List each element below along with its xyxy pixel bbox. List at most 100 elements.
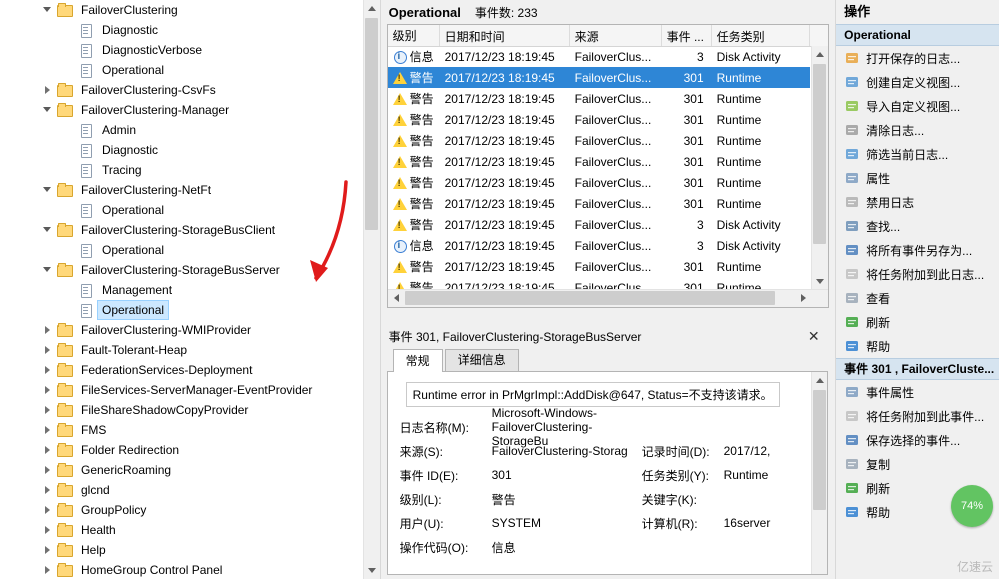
table-row[interactable]: 警告 2017/12/23 18:19:45 FailoverClus... 3 Dis… (388, 214, 810, 235)
event-detail-tabs[interactable]: 常规 详细信息 (386, 347, 828, 372)
chevron-right-icon[interactable] (40, 80, 56, 100)
tree-item-26[interactable]: Health (0, 520, 364, 540)
action-item-help[interactable]: 帮助 (836, 334, 999, 358)
action-item-disable[interactable]: 禁用日志 (836, 190, 999, 214)
column-header-0[interactable]: 级别 (388, 25, 440, 46)
grid-horizontal-scrollbar[interactable] (387, 289, 829, 307)
chevron-right-icon[interactable] (40, 520, 56, 540)
chevron-right-icon[interactable] (40, 440, 56, 460)
tree-item-13[interactable]: FailoverClustering-StorageBusServer (0, 260, 364, 280)
grid-vertical-scrollbar[interactable] (811, 46, 829, 290)
chevron-right-icon[interactable] (40, 380, 56, 400)
tree-item-28[interactable]: HomeGroup Control Panel (0, 560, 364, 579)
tree-item-9[interactable]: FailoverClustering-NetFt (0, 180, 364, 200)
table-row[interactable]: 警告 2017/12/23 18:19:45 FailoverClus... 301 R… (388, 109, 810, 130)
chevron-down-icon[interactable] (40, 180, 56, 200)
tree-item-10[interactable]: Operational (0, 200, 364, 220)
tree-item-5[interactable]: FailoverClustering-Manager (0, 100, 364, 120)
action-item-import[interactable]: 导入自定义视图... (836, 94, 999, 118)
tree-scroll-thumb[interactable] (364, 18, 378, 230)
chevron-right-icon[interactable] (40, 560, 56, 579)
tab-1[interactable]: 详细信息 (444, 349, 519, 371)
chevron-right-icon[interactable] (40, 500, 56, 520)
action-item-task[interactable]: 将任务附加到此日志... (836, 262, 999, 286)
tree-item-19[interactable]: FileServices-ServerManager-EventProvider (0, 380, 364, 400)
tree-item-20[interactable]: FileShareShadowCopyProvider (0, 400, 364, 420)
action-item-filter2[interactable]: 筛选当前日志... (836, 142, 999, 166)
tree-item-1[interactable]: Diagnostic (0, 20, 364, 40)
action-item-find[interactable]: 查找... (836, 214, 999, 238)
action-item-saveas[interactable]: 将所有事件另存为... (836, 238, 999, 262)
tree-item-21[interactable]: FMS (0, 420, 364, 440)
tab-0[interactable]: 常规 (392, 349, 443, 372)
chevron-right-icon[interactable] (40, 460, 56, 480)
tree-item-8[interactable]: Tracing (0, 160, 364, 180)
tree-item-22[interactable]: Folder Redirection (0, 440, 364, 460)
chevron-right-icon[interactable] (40, 540, 56, 560)
action-item-properties[interactable]: 属性 (836, 166, 999, 190)
table-row[interactable]: 警告 2017/12/23 18:19:45 FailoverClus... 301 R… (387, 67, 810, 88)
action-item-open-log[interactable]: 打开保存的日志... (836, 46, 999, 70)
detail-vertical-scrollbar[interactable] (810, 372, 827, 574)
grid-scroll-right-icon[interactable] (796, 290, 813, 306)
action-item-view[interactable]: 查看 (836, 286, 999, 310)
table-row[interactable]: 警告 2017/12/23 18:19:45 FailoverClus... 301 R… (388, 193, 810, 214)
tree-item-15[interactable]: Operational (0, 300, 364, 320)
tree-scroll-up-icon[interactable] (363, 0, 380, 17)
grid-scroll-thumb[interactable] (813, 64, 827, 244)
chevron-down-icon[interactable] (40, 100, 56, 120)
table-row[interactable]: 警告 2017/12/23 18:19:45 FailoverClus... 301 R… (388, 130, 810, 151)
column-header-4[interactable]: 任务类别 (712, 25, 810, 46)
chevron-right-icon[interactable] (40, 420, 56, 440)
event-grid-header[interactable]: 级别 日期和时间 来源 事件 ... 任务类别 (387, 25, 829, 47)
grid-scroll-up-icon[interactable] (812, 46, 829, 63)
tree-item-17[interactable]: Fault-Tolerant-Heap (0, 340, 364, 360)
detail-scroll-thumb[interactable] (812, 390, 826, 510)
tree-scroll-down-icon[interactable] (363, 562, 380, 579)
tree-item-16[interactable]: FailoverClustering-WMIProvider (0, 320, 364, 340)
close-icon[interactable]: ✕ (804, 328, 824, 345)
tree-item-12[interactable]: Operational (0, 240, 364, 260)
table-row[interactable]: 警告 2017/12/23 18:19:45 FailoverClus... 301 R… (388, 172, 810, 193)
chevron-down-icon[interactable] (40, 220, 56, 240)
tree-item-14[interactable]: Management (0, 280, 364, 300)
chevron-right-icon[interactable] (40, 480, 56, 500)
chevron-right-icon[interactable] (40, 340, 56, 360)
chevron-down-icon[interactable] (40, 260, 56, 280)
tree-item-7[interactable]: Diagnostic (0, 140, 364, 160)
navigation-tree[interactable]: FailoverClustering Diagnostic DiagnosticVe… (0, 0, 364, 579)
action-item-properties[interactable]: 事件属性 (836, 380, 999, 404)
table-row[interactable]: 警告 2017/12/23 18:19:45 FailoverClus... 301 R… (388, 88, 810, 109)
detail-scroll-up-icon[interactable] (811, 372, 827, 389)
chevron-right-icon[interactable] (40, 360, 56, 380)
tree-item-23[interactable]: GenericRoaming (0, 460, 364, 480)
tree-item-24[interactable]: glcnd (0, 480, 364, 500)
table-row[interactable]: 警告 2017/12/23 18:19:45 FailoverClus... 301 R… (388, 151, 810, 172)
table-row[interactable]: 警告 2017/12/23 18:19:45 FailoverClus... 301 R… (388, 256, 810, 277)
actions-group-operational-list[interactable]: 打开保存的日志... 创建自定义视图... 导入自定义视图... 清除日志... 筛选当… (836, 46, 999, 358)
action-item-refresh[interactable]: 刷新 (836, 310, 999, 334)
grid-scroll-left-icon[interactable] (387, 290, 404, 306)
tree-item-3[interactable]: Operational (0, 60, 364, 80)
tree-item-0[interactable]: FailoverClustering (0, 0, 364, 20)
tree-item-18[interactable]: FederationServices-Deployment (0, 360, 364, 380)
chevron-down-icon[interactable] (40, 0, 56, 20)
column-header-1[interactable]: 日期和时间 (440, 25, 570, 46)
column-header-2[interactable]: 来源 (570, 25, 662, 46)
grid-scroll-down-icon[interactable] (812, 273, 829, 290)
tree-item-6[interactable]: Admin (0, 120, 364, 140)
action-item-copy[interactable]: 复制 (836, 452, 999, 476)
action-item-clear[interactable]: 清除日志... (836, 118, 999, 142)
table-row[interactable]: 信息 2017/12/23 18:19:45 FailoverClus... 3 Dis… (388, 235, 810, 256)
event-grid[interactable]: 级别日期和时间来源事件 ...任务类别 信息 2017/12/23 18:19:4… (386, 24, 830, 308)
tree-item-25[interactable]: GroupPolicy (0, 500, 364, 520)
action-item-filter[interactable]: 创建自定义视图... (836, 70, 999, 94)
tree-vertical-scrollbar[interactable] (362, 0, 380, 579)
chevron-right-icon[interactable] (40, 320, 56, 340)
event-grid-body[interactable]: 信息 2017/12/23 18:19:45 FailoverClus... 3 Dis… (387, 46, 810, 298)
tree-item-11[interactable]: FailoverClustering-StorageBusClient (0, 220, 364, 240)
action-item-task[interactable]: 将任务附加到此事件... (836, 404, 999, 428)
grid-hscroll-thumb[interactable] (404, 291, 775, 305)
action-item-saveas[interactable]: 保存选择的事件... (836, 428, 999, 452)
table-row[interactable]: 信息 2017/12/23 18:19:45 FailoverClus... 3 Dis… (388, 46, 810, 67)
